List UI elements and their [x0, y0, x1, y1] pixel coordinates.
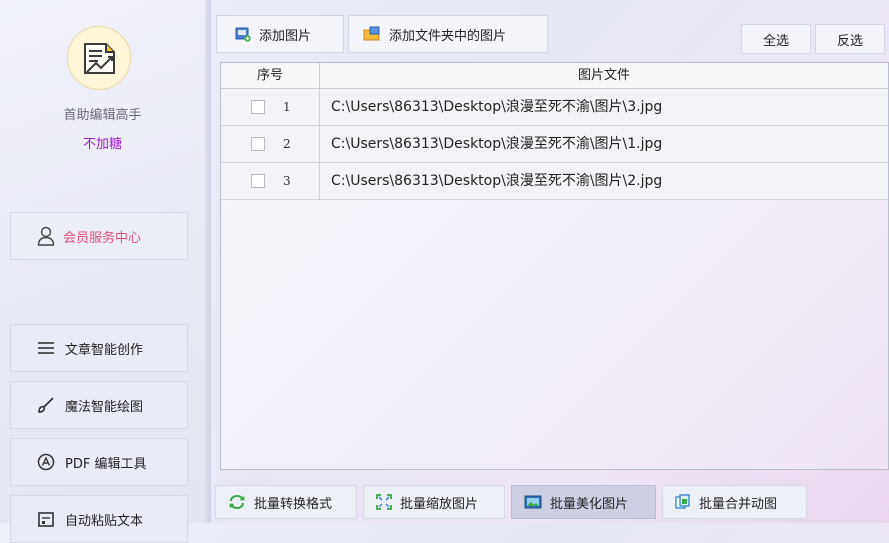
table-header: 序号 图片文件: [221, 63, 888, 89]
tab-label: 批量合并动图: [699, 496, 778, 512]
row-number: 3: [283, 174, 291, 188]
add-image-label: 添加图片: [259, 28, 312, 44]
convert-arrows-icon: [229, 494, 245, 510]
add-image-icon: [235, 27, 251, 42]
row-number-cell: 3: [221, 163, 320, 199]
image-file-table: 序号 图片文件 1 C:\Users\86313\Desktop\浪漫至死不渝\…: [220, 62, 889, 470]
nav-item-pdf-tools[interactable]: PDF 编辑工具: [10, 438, 188, 486]
pdf-icon: [37, 453, 55, 471]
menu-lines-icon: [38, 342, 54, 354]
tab-batch-convert-format[interactable]: 批量转换格式: [215, 485, 357, 519]
column-header-no[interactable]: 序号: [221, 63, 320, 88]
table-row[interactable]: 1 C:\Users\86313\Desktop\浪漫至死不渝\图片\3.jpg: [221, 89, 888, 126]
file-path: C:\Users\86313\Desktop\浪漫至死不渝\图片\3.jpg: [331, 99, 663, 115]
table-row[interactable]: 2 C:\Users\86313\Desktop\浪漫至死不渝\图片\1.jpg: [221, 126, 888, 163]
select-all-button[interactable]: 全选: [741, 24, 811, 54]
nav-item-label: 自动粘贴文本: [65, 513, 144, 529]
paste-icon: [38, 512, 54, 527]
picture-icon: [524, 495, 542, 509]
nav-item-label: 文章智能创作: [65, 342, 144, 358]
folder-image-icon: [363, 26, 380, 41]
avatar[interactable]: [67, 26, 131, 90]
tab-batch-merge-gif[interactable]: 批量合并动图: [662, 485, 807, 519]
member-center-button[interactable]: 会员服务中心: [10, 212, 188, 260]
user-icon: [37, 226, 55, 246]
invert-selection-button[interactable]: 反选: [815, 24, 885, 54]
add-folder-images-button[interactable]: 添加文件夹中的图片: [348, 15, 548, 53]
member-center-label: 会员服务中心: [63, 230, 142, 246]
sidebar-divider: [205, 0, 211, 523]
add-image-button[interactable]: 添加图片: [216, 15, 344, 53]
tab-label: 批量美化图片: [550, 496, 629, 512]
table-row[interactable]: 3 C:\Users\86313\Desktop\浪漫至死不渝\图片\2.jpg: [221, 163, 888, 200]
row-checkbox[interactable]: [251, 174, 265, 188]
sidebar: 首助编辑高手 不加糖 会员服务中心 文章智能创作 魔法智能绘图 PDF 编辑工具: [0, 0, 205, 543]
column-header-file[interactable]: 图片文件: [320, 63, 888, 88]
nav-item-magic-drawing[interactable]: 魔法智能绘图: [10, 381, 188, 429]
row-number-cell: 1: [221, 89, 320, 125]
nav-item-label: PDF 编辑工具: [65, 456, 147, 472]
row-number: 1: [283, 100, 291, 114]
resize-icon: [376, 494, 392, 510]
tab-batch-beautify-images[interactable]: 批量美化图片: [511, 485, 656, 519]
bottom-tab-bar: 批量转换格式 批量缩放图片 批量美化图片 批量合并动图: [211, 480, 889, 523]
user-status[interactable]: 不加糖: [0, 133, 205, 152]
row-checkbox[interactable]: [251, 137, 265, 151]
row-number-cell: 2: [221, 126, 320, 162]
file-path: C:\Users\86313\Desktop\浪漫至死不渝\图片\2.jpg: [331, 173, 663, 189]
merge-frames-icon: [675, 494, 690, 509]
row-checkbox[interactable]: [251, 100, 265, 114]
file-path: C:\Users\86313\Desktop\浪漫至死不渝\图片\1.jpg: [331, 136, 663, 152]
brush-icon: [38, 397, 54, 413]
nav-item-auto-paste[interactable]: 自动粘贴文本: [10, 495, 188, 543]
add-folder-images-label: 添加文件夹中的图片: [389, 28, 507, 44]
nav-item-article-creation[interactable]: 文章智能创作: [10, 324, 188, 372]
tab-label: 批量缩放图片: [400, 496, 479, 512]
row-number: 2: [283, 137, 291, 151]
tab-batch-resize-images[interactable]: 批量缩放图片: [363, 485, 505, 519]
chart-document-icon: [84, 43, 115, 74]
user-name: 首助编辑高手: [63, 108, 142, 123]
nav-item-label: 魔法智能绘图: [65, 399, 144, 415]
tab-label: 批量转换格式: [254, 496, 333, 512]
